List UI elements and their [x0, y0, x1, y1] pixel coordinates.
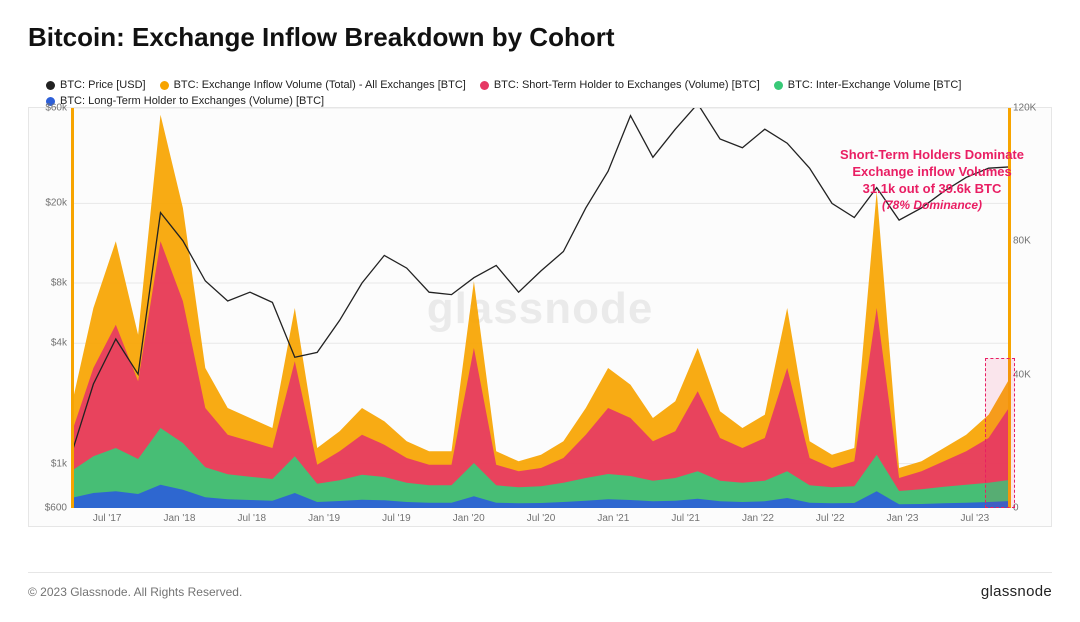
copyright-text: © 2023 Glassnode. All Rights Reserved.: [28, 585, 242, 599]
y-right-tick-label: 120K: [1013, 103, 1049, 114]
legend-item: BTC: Exchange Inflow Volume (Total) - Al…: [160, 78, 466, 92]
legend-item: BTC: Short-Term Holder to Exchanges (Vol…: [480, 78, 760, 92]
x-tick-label: Jul '20: [527, 513, 556, 524]
legend-label: BTC: Short-Term Holder to Exchanges (Vol…: [494, 78, 760, 92]
x-tick-label: Jul '23: [961, 513, 990, 524]
legend-swatch-icon: [46, 81, 55, 90]
x-tick-label: Jul '22: [816, 513, 845, 524]
x-tick-label: Jan '18: [163, 513, 195, 524]
x-tick-label: Jul '21: [671, 513, 700, 524]
chart-title: Bitcoin: Exchange Inflow Breakdown by Co…: [28, 22, 615, 53]
y-right-tick-label: 0: [1013, 503, 1049, 514]
x-tick-label: Jan '20: [453, 513, 485, 524]
x-tick-label: Jul '19: [382, 513, 411, 524]
annotation-line1: Short-Term Holders Dominate: [840, 146, 1024, 163]
legend-swatch-icon: [480, 81, 489, 90]
x-tick-label: Jan '22: [742, 513, 774, 524]
legend-item: BTC: Inter-Exchange Volume [BTC]: [774, 78, 962, 92]
legend-label: BTC: Price [USD]: [60, 78, 146, 92]
footer: © 2023 Glassnode. All Rights Reserved. g…: [28, 572, 1052, 600]
annotation-line2: Exchange inflow Volumes: [840, 163, 1024, 180]
x-tick-label: Jan '21: [597, 513, 629, 524]
annotation-line4: (78% Dominance): [840, 197, 1024, 214]
brand-logo: glassnode: [981, 583, 1052, 600]
left-edge-bar: [71, 108, 74, 508]
legend-label: BTC: Exchange Inflow Volume (Total) - Al…: [174, 78, 466, 92]
y-right-tick-label: 80K: [1013, 236, 1049, 247]
y-left-tick-label: $1k: [31, 458, 67, 469]
legend: BTC: Price [USD] BTC: Exchange Inflow Vol…: [46, 78, 1026, 110]
y-left-tick-label: $20k: [31, 198, 67, 209]
legend-swatch-icon: [774, 81, 783, 90]
legend-swatch-icon: [160, 81, 169, 90]
y-left-tick-label: $8k: [31, 278, 67, 289]
annotation-line3: 31.1k out of 39.6k BTC: [840, 180, 1024, 197]
x-tick-label: Jan '19: [308, 513, 340, 524]
y-right-tick-label: 40K: [1013, 369, 1049, 380]
y-left-tick-label: $4k: [31, 338, 67, 349]
x-tick-label: Jul '18: [237, 513, 266, 524]
legend-label: BTC: Long-Term Holder to Exchanges (Volu…: [60, 94, 324, 108]
y-left-tick-label: $600: [31, 503, 67, 514]
annotation-callout: Short-Term Holders Dominate Exchange inf…: [840, 146, 1024, 214]
legend-item: BTC: Long-Term Holder to Exchanges (Volu…: [46, 94, 324, 108]
x-tick-label: Jul '17: [93, 513, 122, 524]
x-tick-label: Jan '23: [887, 513, 919, 524]
y-left-tick-label: $60k: [31, 103, 67, 114]
legend-item: BTC: Price [USD]: [46, 78, 146, 92]
legend-label: BTC: Inter-Exchange Volume [BTC]: [788, 78, 962, 92]
